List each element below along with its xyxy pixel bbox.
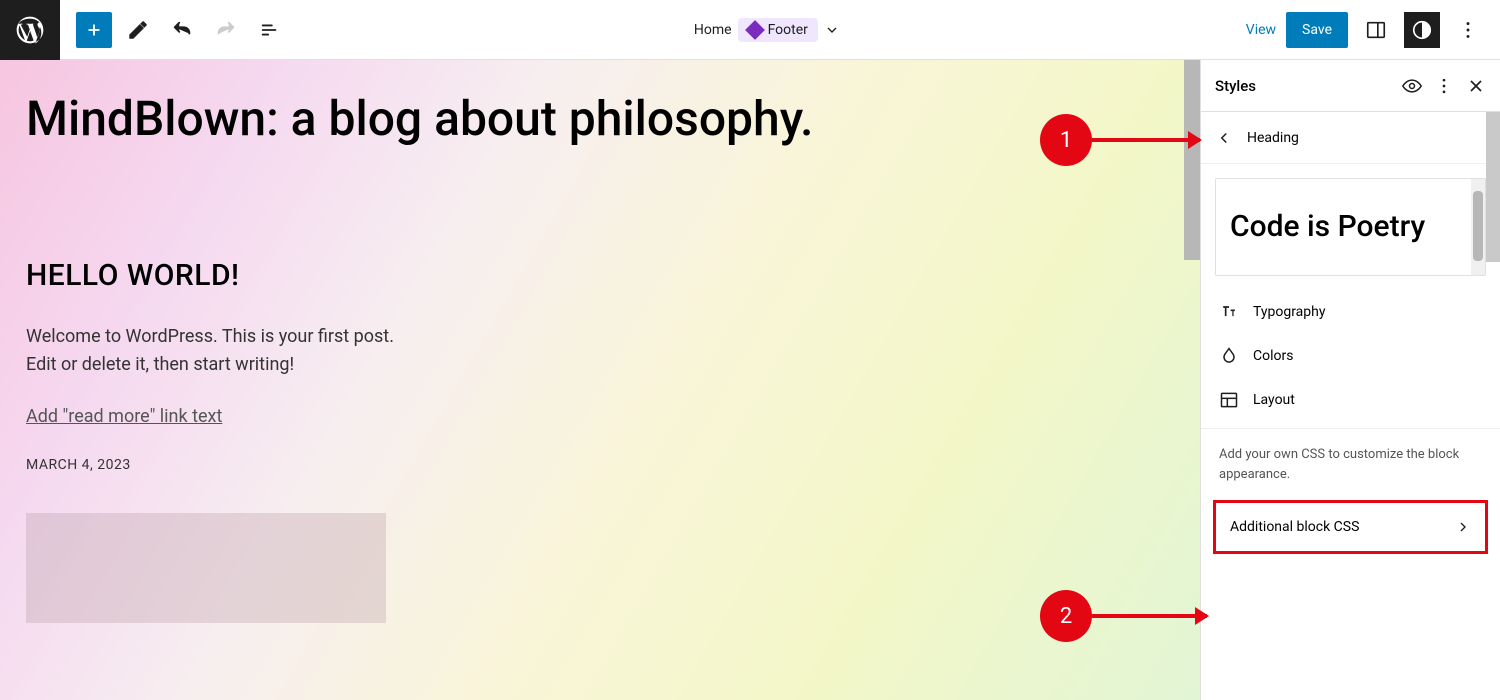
list-icon bbox=[259, 19, 281, 41]
breadcrumb-label: Heading bbox=[1247, 130, 1299, 146]
more-vertical-icon bbox=[1457, 19, 1479, 41]
breadcrumb-footer-pill[interactable]: Footer bbox=[738, 18, 818, 42]
annotation-1-circle: 1 bbox=[1040, 114, 1092, 166]
view-link[interactable]: View bbox=[1246, 22, 1276, 38]
post-excerpt[interactable]: Welcome to WordPress. This is your first… bbox=[26, 323, 406, 381]
redo-button[interactable] bbox=[208, 12, 244, 48]
typography-section[interactable]: Typography bbox=[1201, 290, 1500, 334]
annotation-1: 1 bbox=[1040, 114, 1092, 166]
post-date[interactable]: MARCH 4, 2023 bbox=[26, 457, 1126, 473]
toolbar-right: View Save bbox=[1246, 12, 1500, 48]
undo-button[interactable] bbox=[164, 12, 200, 48]
chevron-left-icon[interactable] bbox=[1215, 129, 1233, 147]
css-hint-text: Add your own CSS to customize the block … bbox=[1201, 428, 1500, 494]
droplet-icon bbox=[1219, 346, 1239, 366]
styles-breadcrumb[interactable]: Heading bbox=[1201, 112, 1500, 164]
annotation-1-arrow bbox=[1092, 138, 1200, 142]
canvas-scrollbar[interactable] bbox=[1184, 60, 1200, 260]
redo-icon bbox=[215, 19, 237, 41]
layout-icon bbox=[1219, 390, 1239, 410]
typography-label: Typography bbox=[1253, 304, 1325, 320]
styles-toggle-button[interactable] bbox=[1404, 12, 1440, 48]
diamond-icon bbox=[745, 20, 765, 40]
site-title[interactable]: MindBlown: a blog about philosophy. bbox=[26, 90, 1126, 148]
annotation-2: 2 bbox=[1040, 590, 1092, 642]
breadcrumb-home: Home bbox=[694, 22, 732, 38]
layout-label: Layout bbox=[1253, 392, 1295, 408]
wordpress-logo[interactable] bbox=[0, 0, 60, 60]
close-icon[interactable] bbox=[1466, 76, 1486, 96]
more-vertical-icon[interactable] bbox=[1434, 76, 1454, 96]
eye-icon[interactable] bbox=[1402, 76, 1422, 96]
sidebar-icon bbox=[1365, 19, 1387, 41]
plus-icon bbox=[83, 19, 105, 41]
top-toolbar: Home Footer View Save bbox=[0, 0, 1500, 60]
main-area: MindBlown: a blog about philosophy. HELL… bbox=[0, 60, 1500, 700]
edit-button[interactable] bbox=[120, 12, 156, 48]
sidebar-toggle-button[interactable] bbox=[1358, 12, 1394, 48]
breadcrumb-footer-label: Footer bbox=[768, 22, 808, 38]
annotation-2-circle: 2 bbox=[1040, 590, 1092, 642]
save-button[interactable]: Save bbox=[1286, 12, 1348, 48]
pencil-icon bbox=[127, 19, 149, 41]
additional-block-css-button[interactable]: Additional block CSS bbox=[1213, 500, 1488, 554]
document-breadcrumb[interactable]: Home Footer bbox=[288, 18, 1246, 42]
options-button[interactable] bbox=[1450, 12, 1486, 48]
featured-image-placeholder[interactable] bbox=[26, 513, 386, 623]
styles-sidebar: Styles Heading Code is Poetry Typography… bbox=[1200, 60, 1500, 700]
post-title[interactable]: HELLO WORLD! bbox=[26, 258, 1126, 293]
readmore-link[interactable]: Add "read more" link text bbox=[26, 406, 222, 427]
add-block-button[interactable] bbox=[76, 12, 112, 48]
sidebar-header: Styles bbox=[1201, 60, 1500, 112]
preview-text: Code is Poetry bbox=[1230, 209, 1471, 245]
additional-css-label: Additional block CSS bbox=[1230, 519, 1359, 535]
sidebar-title: Styles bbox=[1215, 77, 1256, 95]
preview-scrollbar[interactable] bbox=[1471, 179, 1485, 275]
colors-section[interactable]: Colors bbox=[1201, 334, 1500, 378]
sidebar-scrollbar[interactable] bbox=[1486, 112, 1500, 262]
chevron-right-icon bbox=[1455, 519, 1471, 535]
canvas-content: MindBlown: a blog about philosophy. HELL… bbox=[26, 90, 1126, 623]
wordpress-icon bbox=[14, 14, 46, 46]
undo-icon bbox=[171, 19, 193, 41]
chevron-down-icon[interactable] bbox=[824, 22, 840, 38]
contrast-icon bbox=[1411, 19, 1433, 41]
layout-section[interactable]: Layout bbox=[1201, 378, 1500, 422]
toolbar-left bbox=[60, 12, 288, 48]
style-preview: Code is Poetry bbox=[1215, 178, 1486, 276]
editor-canvas[interactable]: MindBlown: a blog about philosophy. HELL… bbox=[0, 60, 1200, 700]
typography-icon bbox=[1219, 302, 1239, 322]
annotation-2-arrow bbox=[1092, 614, 1207, 618]
colors-label: Colors bbox=[1253, 348, 1293, 364]
list-view-button[interactable] bbox=[252, 12, 288, 48]
